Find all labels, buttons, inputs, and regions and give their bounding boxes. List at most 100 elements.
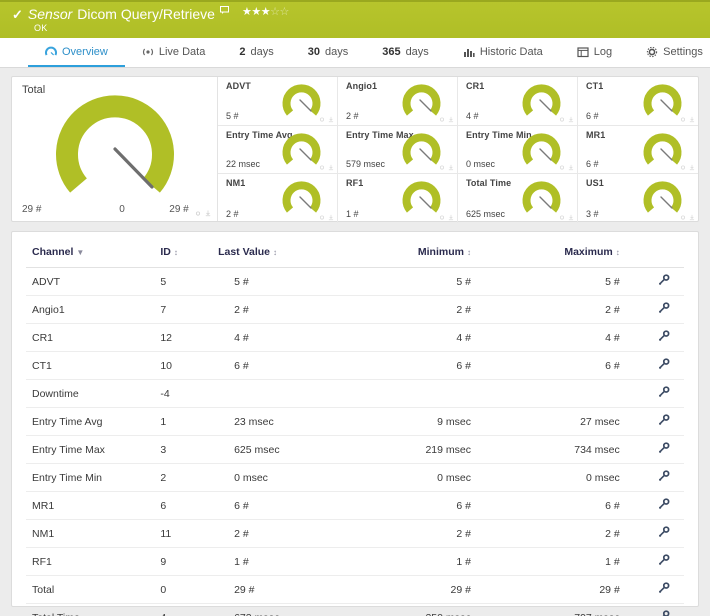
tab-settings[interactable]: Settings [629,38,710,67]
gauge-cell-entry-time-max[interactable]: Entry Time Max579 msec [338,126,458,175]
table-row[interactable]: ADVT55 #5 #5 # [26,268,684,296]
gauge-cell-entry-time-min[interactable]: Entry Time Min0 msec [458,126,578,175]
gauge-tools-entry-time-min[interactable] [559,164,574,171]
table-row[interactable]: Entry Time Max3625 msec219 msec734 msec [26,436,684,464]
cell-channel: ADVT [26,268,154,296]
main-gauge[interactable]: Total 29 # 0 29 # [12,77,218,221]
column-header-last-value[interactable]: Last Value↕ [212,244,348,268]
table-row[interactable]: Entry Time Min20 msec0 msec0 msec [26,464,684,492]
flag-icon[interactable] [220,6,229,14]
table-row[interactable]: Entry Time Avg123 msec9 msec27 msec [26,408,684,436]
star-filled-icon[interactable]: ★ [261,6,270,18]
sort-indicator-maximum: ↕ [616,248,620,257]
main-gauge-footer: 29 # 0 29 # [12,204,218,215]
gauge-cell-rf1[interactable]: RF11 # [338,174,458,223]
cell-minimum: 9 msec [348,408,499,436]
row-settings-button[interactable] [646,324,684,352]
row-settings-button[interactable] [646,604,684,616]
cell-maximum: 6 # [499,352,646,380]
wrench-icon [658,442,670,454]
gauge-tools-total-time[interactable] [559,214,574,221]
rating-stars[interactable]: ★★★☆☆ [242,5,289,18]
table-row[interactable]: CR1124 #4 #4 # [26,324,684,352]
table-row[interactable]: NM1112 #2 #2 # [26,520,684,548]
download-icon [568,214,574,221]
gauge-cell-entry-time-avg[interactable]: Entry Time Avg22 msec [218,126,338,175]
row-settings-button[interactable] [646,380,684,408]
star-empty-icon[interactable]: ☆ [279,6,288,18]
column-header-maximum[interactable]: Maximum↕ [499,244,646,268]
cell-id: 5 [154,268,212,296]
gauge-cell-advt[interactable]: ADVT5 # [218,77,338,126]
gauge-cell-total-time[interactable]: Total Time625 msec [458,174,578,223]
gauge-cell-ct1[interactable]: CT16 # [578,77,698,126]
gauge-cell-us1[interactable]: US13 # [578,174,698,223]
column-header-minimum[interactable]: Minimum↕ [348,244,499,268]
table-row[interactable]: Angio172 #2 #2 # [26,296,684,324]
gauge-cell-mr1[interactable]: MR16 # [578,126,698,175]
row-settings-button[interactable] [646,268,684,296]
table-row[interactable]: Total029 #29 #29 # [26,576,684,604]
row-settings-button[interactable] [646,464,684,492]
gauge-tools-entry-time-avg[interactable] [319,164,334,171]
main-gauge-graphic [12,87,218,199]
column-label-id: ID [160,246,171,258]
tab-label: Overview [62,46,108,58]
tab-label: Settings [663,46,703,58]
gauge-tools-nm1[interactable] [319,214,334,221]
tab-log[interactable]: Log [560,38,629,67]
download-icon [328,214,334,221]
table-row[interactable]: Total Time4672 msec250 msec797 msec [26,604,684,616]
row-settings-button[interactable] [646,436,684,464]
gauge-value-advt: 5 # [226,111,239,121]
column-label-minimum: Minimum [418,246,464,258]
tab-2-days[interactable]: 2days [222,38,290,67]
gauge-value-cr1: 4 # [466,111,479,121]
gauge-cell-nm1[interactable]: NM12 # [218,174,338,223]
cell-last-value: 5 # [212,268,348,296]
bar-chart-icon [463,46,475,58]
row-settings-button[interactable] [646,352,684,380]
tab-overview[interactable]: Overview [28,38,125,67]
gauge-tools-cr1[interactable] [559,116,574,123]
cell-channel: CT1 [26,352,154,380]
channels-panel: Channel▼ ID↕ Last Value↕ Minimum↕ Maximu… [11,231,699,607]
gauge-tools-rf1[interactable] [439,214,454,221]
gauge-tools-advt[interactable] [319,116,334,123]
table-row[interactable]: CT1106 #6 #6 # [26,352,684,380]
row-settings-button[interactable] [646,408,684,436]
table-row[interactable]: RF191 #1 #1 # [26,548,684,576]
row-settings-button[interactable] [646,548,684,576]
star-filled-icon[interactable]: ★ [242,6,251,18]
row-settings-button[interactable] [646,576,684,604]
row-settings-button[interactable] [646,492,684,520]
gauge-tools-angio1[interactable] [439,116,454,123]
cell-minimum: 5 # [348,268,499,296]
gauge-tools-us1[interactable] [680,214,695,221]
tab-365-days[interactable]: 365days [365,38,446,67]
download-icon [568,164,574,171]
table-row[interactable]: Downtime-4 [26,380,684,408]
gauge-cell-angio1[interactable]: Angio12 # [338,77,458,126]
cell-last-value: 29 # [212,576,348,604]
tab-historic-data[interactable]: Historic Data [446,38,560,67]
gauge-tools-entry-time-max[interactable] [439,164,454,171]
wrench-icon [658,330,670,342]
star-filled-icon[interactable]: ★ [251,6,260,18]
cell-maximum: 734 msec [499,436,646,464]
gauge-cell-cr1[interactable]: CR14 # [458,77,578,126]
tab-period-number: 365 [382,46,400,58]
tab-30-days[interactable]: 30days [291,38,366,67]
main-gauge-tools[interactable] [195,210,211,217]
tab-live-data[interactable]: Live Data [125,38,222,67]
gauge-tools-mr1[interactable] [680,164,695,171]
download-icon [448,214,454,221]
column-header-id[interactable]: ID↕ [154,244,212,268]
column-label-channel: Channel [32,246,73,258]
table-row[interactable]: MR166 #6 #6 # [26,492,684,520]
gauge-tools-ct1[interactable] [680,116,695,123]
row-settings-button[interactable] [646,520,684,548]
row-settings-button[interactable] [646,296,684,324]
gear-icon [559,164,565,171]
column-header-channel[interactable]: Channel▼ [26,244,154,268]
